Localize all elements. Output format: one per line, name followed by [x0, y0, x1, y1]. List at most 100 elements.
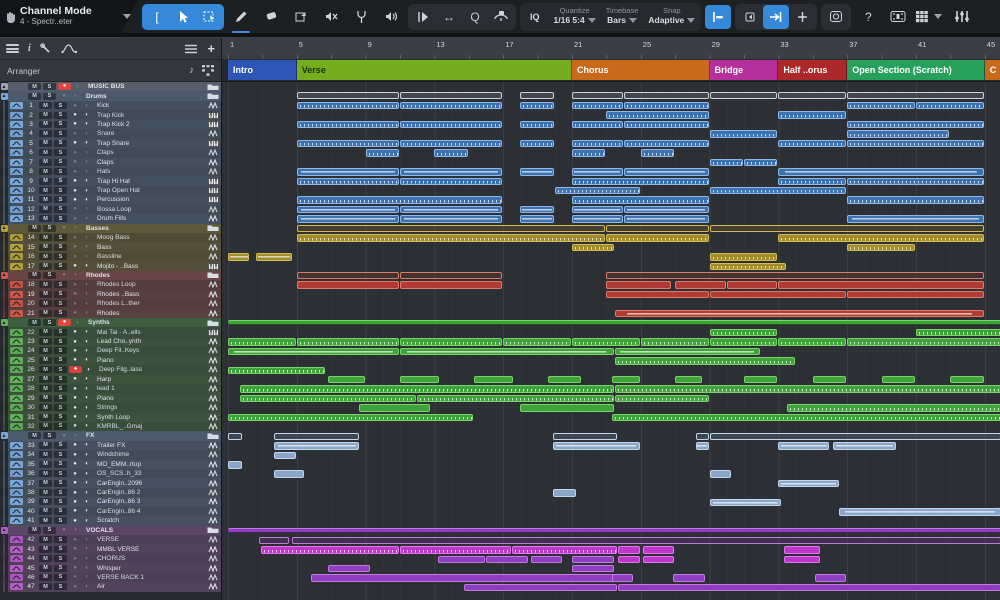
clip[interactable] [882, 376, 915, 384]
mute-button[interactable]: M [39, 140, 52, 147]
clip[interactable] [606, 225, 708, 232]
monitor-button[interactable]: ◐ [81, 442, 93, 448]
solo-button[interactable]: S [43, 432, 56, 439]
record-arm-button[interactable]: ● [69, 546, 81, 552]
automation-chip[interactable] [10, 480, 23, 487]
clip[interactable] [228, 367, 325, 375]
return-to-start-button[interactable] [737, 5, 763, 29]
monitor-button[interactable]: ◐ [81, 386, 93, 392]
clip[interactable] [400, 215, 502, 223]
solo-button[interactable]: S [54, 451, 67, 458]
record-arm-button[interactable]: ● [69, 291, 81, 297]
clip[interactable] [606, 234, 708, 242]
clip[interactable] [778, 338, 846, 346]
mute-button[interactable]: M [39, 366, 52, 373]
clip[interactable] [778, 234, 983, 242]
automation-chip[interactable] [10, 470, 23, 477]
solo-button[interactable]: S [54, 291, 67, 298]
record-arm-button[interactable]: ● [69, 254, 81, 260]
solo-button[interactable]: S [43, 319, 56, 326]
monitor-button[interactable]: ◐ [81, 414, 93, 420]
monitor-button[interactable]: ◐ [81, 188, 93, 194]
clip[interactable] [464, 584, 618, 592]
clip[interactable] [297, 196, 502, 204]
monitor-button[interactable]: ◐ [81, 112, 93, 118]
monitor-button[interactable]: ◐ [81, 405, 93, 411]
monitor-button[interactable]: ◐ [70, 527, 82, 533]
mute-button[interactable]: M [28, 527, 41, 534]
clip[interactable] [400, 140, 502, 148]
clip[interactable] [572, 121, 623, 129]
mute-button[interactable]: M [39, 234, 52, 241]
mute-button[interactable]: M [39, 178, 52, 185]
clip[interactable] [778, 140, 846, 148]
clip[interactable] [297, 215, 399, 223]
track-row[interactable]: 23MS●◐Lead Cho..ynth [0, 337, 221, 346]
automation-chip[interactable] [10, 244, 23, 251]
clip[interactable] [696, 442, 709, 450]
solo-button[interactable]: S [54, 196, 67, 203]
record-arm-button[interactable]: ● [69, 188, 81, 194]
record-arm-button[interactable]: ● [69, 310, 81, 316]
monitor-button[interactable]: ◐ [81, 499, 93, 505]
monitor-button[interactable]: ◐ [81, 159, 93, 165]
mute-button[interactable]: M [39, 121, 52, 128]
automation-chip[interactable] [10, 281, 23, 288]
clip[interactable] [572, 149, 605, 157]
clip[interactable] [572, 196, 709, 204]
record-arm-button[interactable]: ● [69, 244, 81, 250]
clip[interactable] [228, 414, 473, 422]
arranger-section[interactable]: Verse [297, 60, 572, 80]
solo-button[interactable]: S [54, 423, 67, 430]
clip[interactable] [784, 556, 821, 564]
solo-button[interactable]: S [54, 442, 67, 449]
record-arm-button[interactable]: ● [69, 121, 81, 127]
mute-button[interactable]: M [39, 508, 52, 515]
clip[interactable] [297, 92, 399, 99]
clip[interactable] [624, 92, 709, 99]
mute-button[interactable]: M [39, 244, 52, 251]
clip[interactable] [847, 130, 949, 138]
mute-button[interactable]: M [39, 168, 52, 175]
mute-button[interactable]: M [39, 300, 52, 307]
record-arm-button[interactable]: ● [69, 537, 81, 543]
clip[interactable] [400, 338, 502, 346]
track-row[interactable]: 13MS●◐Drum Fills [0, 214, 221, 223]
record-arm-button[interactable]: ● [69, 197, 81, 203]
automation-chip[interactable] [10, 385, 23, 392]
track-row[interactable]: 35MS●◐MO_EMM..rtup [0, 460, 221, 469]
monitor-button[interactable]: ◐ [70, 433, 82, 439]
automation-chip[interactable] [10, 347, 23, 354]
clip[interactable] [710, 253, 778, 261]
clip[interactable] [520, 92, 553, 99]
monitor-button[interactable]: ◐ [81, 329, 93, 335]
clip[interactable] [572, 92, 623, 99]
solo-button[interactable]: S [54, 385, 67, 392]
monitor-button[interactable]: ◐ [81, 584, 93, 590]
solo-button[interactable]: S [54, 102, 67, 109]
track-list-icon[interactable] [184, 44, 198, 54]
automation-chip[interactable] [10, 536, 23, 543]
record-arm-button[interactable]: ● [69, 235, 81, 241]
clip[interactable] [434, 149, 467, 157]
monitor-button[interactable]: ◐ [72, 84, 84, 90]
mute-button[interactable]: M [39, 489, 52, 496]
clip[interactable] [847, 102, 915, 110]
clip[interactable] [553, 489, 576, 497]
clip[interactable] [259, 537, 289, 544]
solo-button[interactable]: S [43, 272, 56, 279]
clip[interactable] [624, 121, 709, 129]
clip[interactable] [228, 253, 249, 261]
clip[interactable] [847, 140, 984, 148]
solo-button[interactable]: S [54, 300, 67, 307]
record-arm-button[interactable]: ● [69, 366, 82, 373]
clip[interactable] [778, 281, 983, 289]
clip[interactable] [778, 178, 846, 186]
monitor-button[interactable]: ◐ [81, 244, 93, 250]
record-arm-button[interactable]: ● [69, 263, 81, 269]
monitor-button[interactable]: ◐ [81, 206, 93, 212]
clip[interactable] [261, 546, 399, 554]
solo-button[interactable]: S [54, 536, 67, 543]
clip[interactable] [778, 111, 846, 119]
clip[interactable] [847, 215, 984, 223]
